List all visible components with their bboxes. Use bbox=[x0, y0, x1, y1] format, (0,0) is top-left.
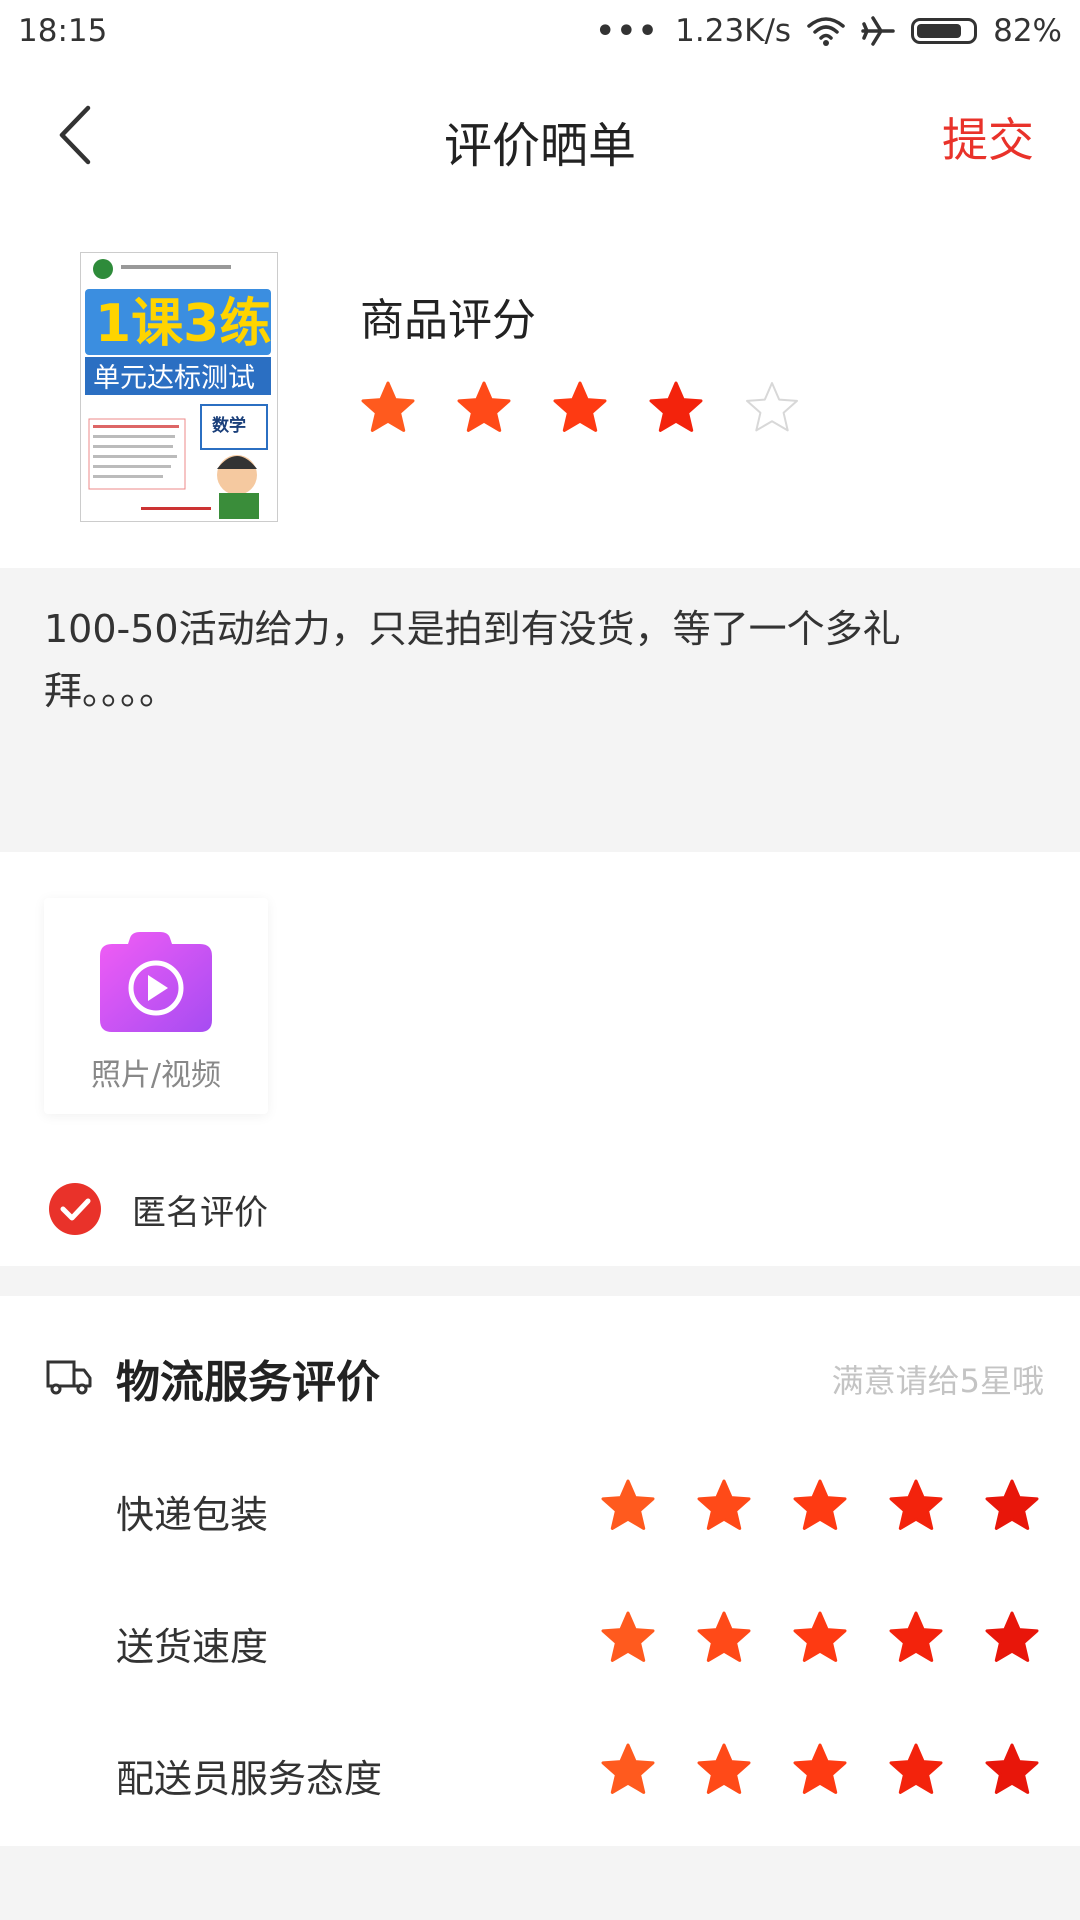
upload-label: 照片/视频 bbox=[90, 1058, 222, 1093]
airplane-mode-icon bbox=[861, 16, 895, 46]
truck-icon bbox=[46, 1360, 92, 1395]
star-filled-icon[interactable] bbox=[792, 1610, 848, 1666]
product-image[interactable]: 1课3练 单元达标测试 数学 bbox=[80, 252, 278, 522]
status-icons: ••• 1.23K/s 82% bbox=[596, 13, 1062, 49]
wifi-icon bbox=[807, 17, 845, 46]
upload-photo-video-button[interactable]: 照片/视频 bbox=[44, 898, 268, 1114]
star-filled-icon[interactable] bbox=[696, 1478, 752, 1534]
star-filled-icon[interactable] bbox=[984, 1478, 1040, 1534]
star-filled-icon[interactable] bbox=[600, 1478, 656, 1534]
product-star-rating[interactable] bbox=[360, 380, 800, 436]
star-filled-icon[interactable] bbox=[984, 1610, 1040, 1666]
nav-bar: 评价晒单 提交 bbox=[0, 62, 1080, 208]
logistics-row-delivery-speed: 送货速度 bbox=[0, 1598, 1080, 1678]
product-rating-section: 1课3练 单元达标测试 数学 商品评分 bbox=[0, 208, 1080, 568]
page-title: 评价晒单 bbox=[443, 118, 636, 174]
star-filled-icon[interactable] bbox=[888, 1478, 944, 1534]
anonymous-review-toggle[interactable]: 匿名评价 bbox=[48, 1182, 268, 1236]
packaging-star-rating[interactable] bbox=[600, 1478, 1040, 1534]
star-filled-icon[interactable] bbox=[888, 1610, 944, 1666]
review-text[interactable]: 100-50活动给力，只是拍到有没货，等了一个多礼拜。。。。 bbox=[44, 598, 904, 722]
star-filled-icon[interactable] bbox=[600, 1610, 656, 1666]
book-subject-text: 数学 bbox=[212, 415, 246, 436]
network-speed: 1.23K/s bbox=[675, 13, 792, 49]
media-section: 照片/视频 匿名评价 bbox=[0, 852, 1080, 1266]
star-filled-icon[interactable] bbox=[888, 1742, 944, 1798]
logistics-rating-section: 物流服务评价 满意请给5星哦 快递包装 送货速度 配送员服务态度 bbox=[0, 1296, 1080, 1846]
book-cover-image: 1课3练 单元达标测试 数学 bbox=[81, 253, 277, 521]
logistics-hint: 满意请给5星哦 bbox=[831, 1362, 1044, 1400]
star-filled-icon[interactable] bbox=[792, 1478, 848, 1534]
camera-video-icon bbox=[100, 932, 212, 1032]
submit-button[interactable]: 提交 bbox=[942, 104, 1034, 170]
courier-service-star-rating[interactable] bbox=[600, 1742, 1040, 1798]
logistics-row-label: 快递包装 bbox=[116, 1493, 269, 1537]
star-filled-icon[interactable] bbox=[600, 1742, 656, 1798]
notification-dots: ••• bbox=[595, 13, 660, 49]
battery-percent: 82% bbox=[993, 13, 1062, 49]
star-filled-icon[interactable] bbox=[984, 1742, 1040, 1798]
star-filled-icon[interactable] bbox=[360, 380, 416, 436]
battery-level-fill bbox=[917, 24, 962, 38]
delivery-speed-star-rating[interactable] bbox=[600, 1610, 1040, 1666]
star-filled-icon[interactable] bbox=[792, 1742, 848, 1798]
logistics-row-packaging: 快递包装 bbox=[0, 1466, 1080, 1546]
product-rating-label: 商品评分 bbox=[360, 295, 536, 346]
star-filled-icon[interactable] bbox=[456, 380, 512, 436]
logistics-title: 物流服务评价 bbox=[116, 1357, 380, 1408]
anonymous-label: 匿名评价 bbox=[132, 1192, 268, 1233]
logistics-row-label: 送货速度 bbox=[116, 1625, 269, 1669]
star-filled-icon[interactable] bbox=[696, 1742, 752, 1798]
status-bar: 18:15 ••• 1.23K/s 82% bbox=[0, 0, 1080, 62]
battery-icon bbox=[911, 18, 978, 44]
publisher-logo bbox=[93, 259, 113, 279]
book-subtitle-text: 单元达标测试 bbox=[93, 363, 255, 394]
logistics-row-courier-service: 配送员服务态度 bbox=[0, 1730, 1080, 1810]
star-empty-icon[interactable] bbox=[744, 380, 800, 436]
book-title-text: 1课3练 bbox=[95, 294, 271, 354]
checkmark-circle-icon[interactable] bbox=[48, 1182, 102, 1236]
star-filled-icon[interactable] bbox=[696, 1610, 752, 1666]
review-text-area[interactable]: 100-50活动给力，只是拍到有没货，等了一个多礼拜。。。。 bbox=[0, 568, 1080, 852]
star-filled-icon[interactable] bbox=[648, 380, 704, 436]
star-filled-icon[interactable] bbox=[552, 380, 608, 436]
logistics-row-label: 配送员服务态度 bbox=[116, 1757, 383, 1801]
status-time: 18:15 bbox=[18, 13, 108, 49]
